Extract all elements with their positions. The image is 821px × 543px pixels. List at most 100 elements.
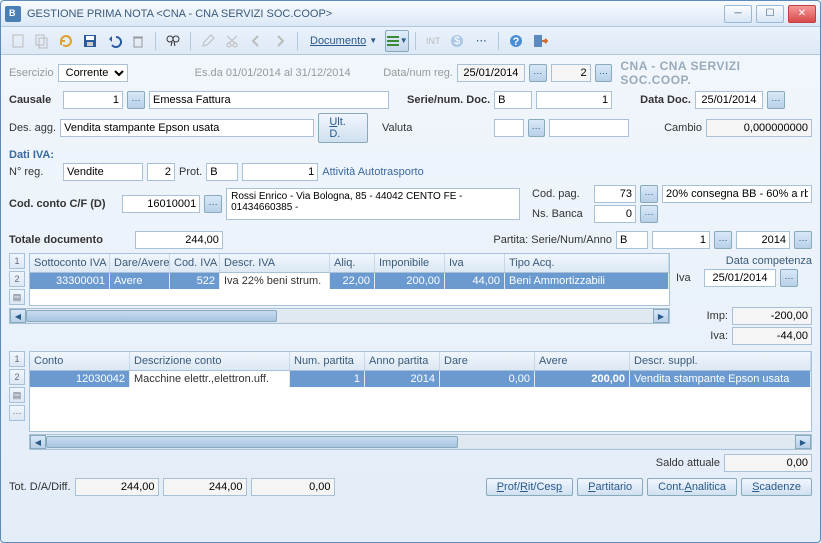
scadenze-button[interactable]: Scadenze [741, 478, 812, 496]
numreg-lookup-button[interactable]: ⋯ [595, 64, 613, 82]
iva-date-label: Iva [676, 272, 700, 284]
nreg-field[interactable] [63, 163, 143, 181]
edit-icon[interactable] [197, 30, 219, 52]
partita-anno-button[interactable]: ⋯ [794, 231, 812, 249]
totale-field[interactable] [135, 231, 223, 249]
company-name: CNA - CNA SERVIZI SOC.COOP. [620, 59, 812, 87]
codpag-field[interactable] [594, 185, 636, 203]
int-icon[interactable]: INT [422, 30, 444, 52]
numreg-field[interactable] [551, 64, 591, 82]
find-icon[interactable] [162, 30, 184, 52]
col-aliq[interactable]: Aliq. [330, 254, 375, 272]
list-icon[interactable]: ▼ [385, 30, 409, 52]
close-button[interactable]: ✕ [788, 5, 816, 23]
scroll-left-icon[interactable]: ◀ [10, 309, 26, 323]
partita-lookup-button[interactable]: ⋯ [714, 231, 732, 249]
iva-row-empty[interactable] [30, 289, 669, 305]
iva-grid-button[interactable]: ▤ [9, 289, 25, 305]
serie-field[interactable] [494, 91, 532, 109]
iva-row1-button[interactable]: 1 [9, 253, 25, 269]
codconto-lookup-button[interactable]: ⋯ [204, 195, 222, 213]
col-avere[interactable]: Avere [535, 352, 630, 370]
conti-row[interactable]: 12030042 Macchine elettr.,elettron.uff. … [30, 371, 811, 387]
col-dare[interactable]: Dare [440, 352, 535, 370]
prev-icon[interactable] [245, 30, 267, 52]
conti-hscroll[interactable]: ◀ ▶ [29, 434, 812, 450]
documento-dropdown[interactable]: Documento▼ [304, 30, 383, 52]
partita-num-field[interactable] [652, 231, 710, 249]
partitario-button[interactable]: Partitario [577, 478, 643, 496]
codpag-descr-field[interactable] [662, 185, 812, 203]
iva-row2-button[interactable]: 2 [9, 271, 25, 287]
conti-action-button[interactable]: ⋯ [9, 405, 25, 421]
partita-serie-field[interactable] [616, 231, 648, 249]
causale-lookup-button[interactable]: ⋯ [127, 91, 145, 109]
iva-row[interactable]: 33300001 Avere 522 Iva 22% beni strum. 2… [30, 273, 669, 289]
causale-field[interactable] [63, 91, 123, 109]
tot-d-field [75, 478, 159, 496]
iva-date-picker-button[interactable]: ⋯ [780, 269, 798, 287]
contanalitica-button[interactable]: Cont.Analitica [647, 478, 737, 496]
valuta-descr-field[interactable] [549, 119, 629, 137]
saldo-field [724, 454, 812, 472]
undo-icon[interactable] [103, 30, 125, 52]
iva-date-field[interactable] [704, 269, 776, 287]
save-icon[interactable] [79, 30, 101, 52]
col-conto[interactable]: Conto [30, 352, 130, 370]
prot-num-field[interactable] [242, 163, 318, 181]
maximize-button[interactable]: ☐ [756, 5, 784, 23]
ivatot-field [732, 327, 812, 345]
col-dareavere[interactable]: Dare/Avere [110, 254, 170, 272]
col-codiva[interactable]: Cod. IVA [170, 254, 220, 272]
valuta-label: Valuta [382, 122, 412, 134]
svg-text:$: $ [454, 35, 460, 47]
partita-anno-field[interactable] [736, 231, 790, 249]
copy-icon[interactable] [31, 30, 53, 52]
col-tipoacq[interactable]: Tipo Acq. [505, 254, 669, 272]
codpag-lookup-button[interactable]: ⋯ [640, 185, 658, 203]
col-nump[interactable]: Num. partita [290, 352, 365, 370]
esercizio-select[interactable]: Corrente [58, 64, 128, 82]
valuta-field[interactable] [494, 119, 524, 137]
datadoc-picker-button[interactable]: ⋯ [767, 91, 785, 109]
delete-icon[interactable] [127, 30, 149, 52]
scroll-right-icon[interactable]: ▶ [795, 435, 811, 449]
conti-row1-button[interactable]: 1 [9, 351, 25, 367]
numdoc-field[interactable] [536, 91, 612, 109]
minimize-button[interactable]: ─ [724, 5, 752, 23]
ultd-button[interactable]: Ult. D. [318, 113, 368, 143]
scroll-right-icon[interactable]: ▶ [653, 309, 669, 323]
nsbanca-field[interactable] [594, 205, 636, 223]
currency-icon[interactable]: $ [446, 30, 468, 52]
cut-icon[interactable] [221, 30, 243, 52]
prot-serie-field[interactable] [206, 163, 238, 181]
nsbanca-lookup-button[interactable]: ⋯ [640, 205, 658, 223]
nreg-num-field[interactable] [147, 163, 175, 181]
col-descriva[interactable]: Descr. IVA [220, 254, 330, 272]
date-picker-button[interactable]: ⋯ [529, 64, 547, 82]
cambio-label: Cambio [664, 122, 702, 134]
new-icon[interactable] [7, 30, 29, 52]
help-icon[interactable]: ? [505, 30, 527, 52]
prof-button[interactable]: Prof/Rit/Cesp [486, 478, 573, 496]
scroll-left-icon[interactable]: ◀ [30, 435, 46, 449]
col-imponibile[interactable]: Imponibile [375, 254, 445, 272]
codconto-field[interactable] [122, 195, 200, 213]
col-suppl[interactable]: Descr. suppl. [630, 352, 811, 370]
iva-hscroll[interactable]: ◀ ▶ [9, 308, 670, 324]
more-icon[interactable]: ⋯ [470, 30, 492, 52]
valuta-lookup-button[interactable]: ⋯ [528, 119, 545, 137]
col-iva[interactable]: Iva [445, 254, 505, 272]
col-sottoconto[interactable]: Sottoconto IVA [30, 254, 110, 272]
col-descrconto[interactable]: Descrizione conto [130, 352, 290, 370]
refresh-icon[interactable] [55, 30, 77, 52]
col-annop[interactable]: Anno partita [365, 352, 440, 370]
exit-icon[interactable] [529, 30, 551, 52]
datanum-field[interactable] [457, 64, 525, 82]
conti-row2-button[interactable]: 2 [9, 369, 25, 385]
causale-descr-field[interactable] [149, 91, 389, 109]
conti-grid-button[interactable]: ▤ [9, 387, 25, 403]
desagg-field[interactable] [60, 119, 314, 137]
next-icon[interactable] [269, 30, 291, 52]
datadoc-field[interactable] [695, 91, 763, 109]
